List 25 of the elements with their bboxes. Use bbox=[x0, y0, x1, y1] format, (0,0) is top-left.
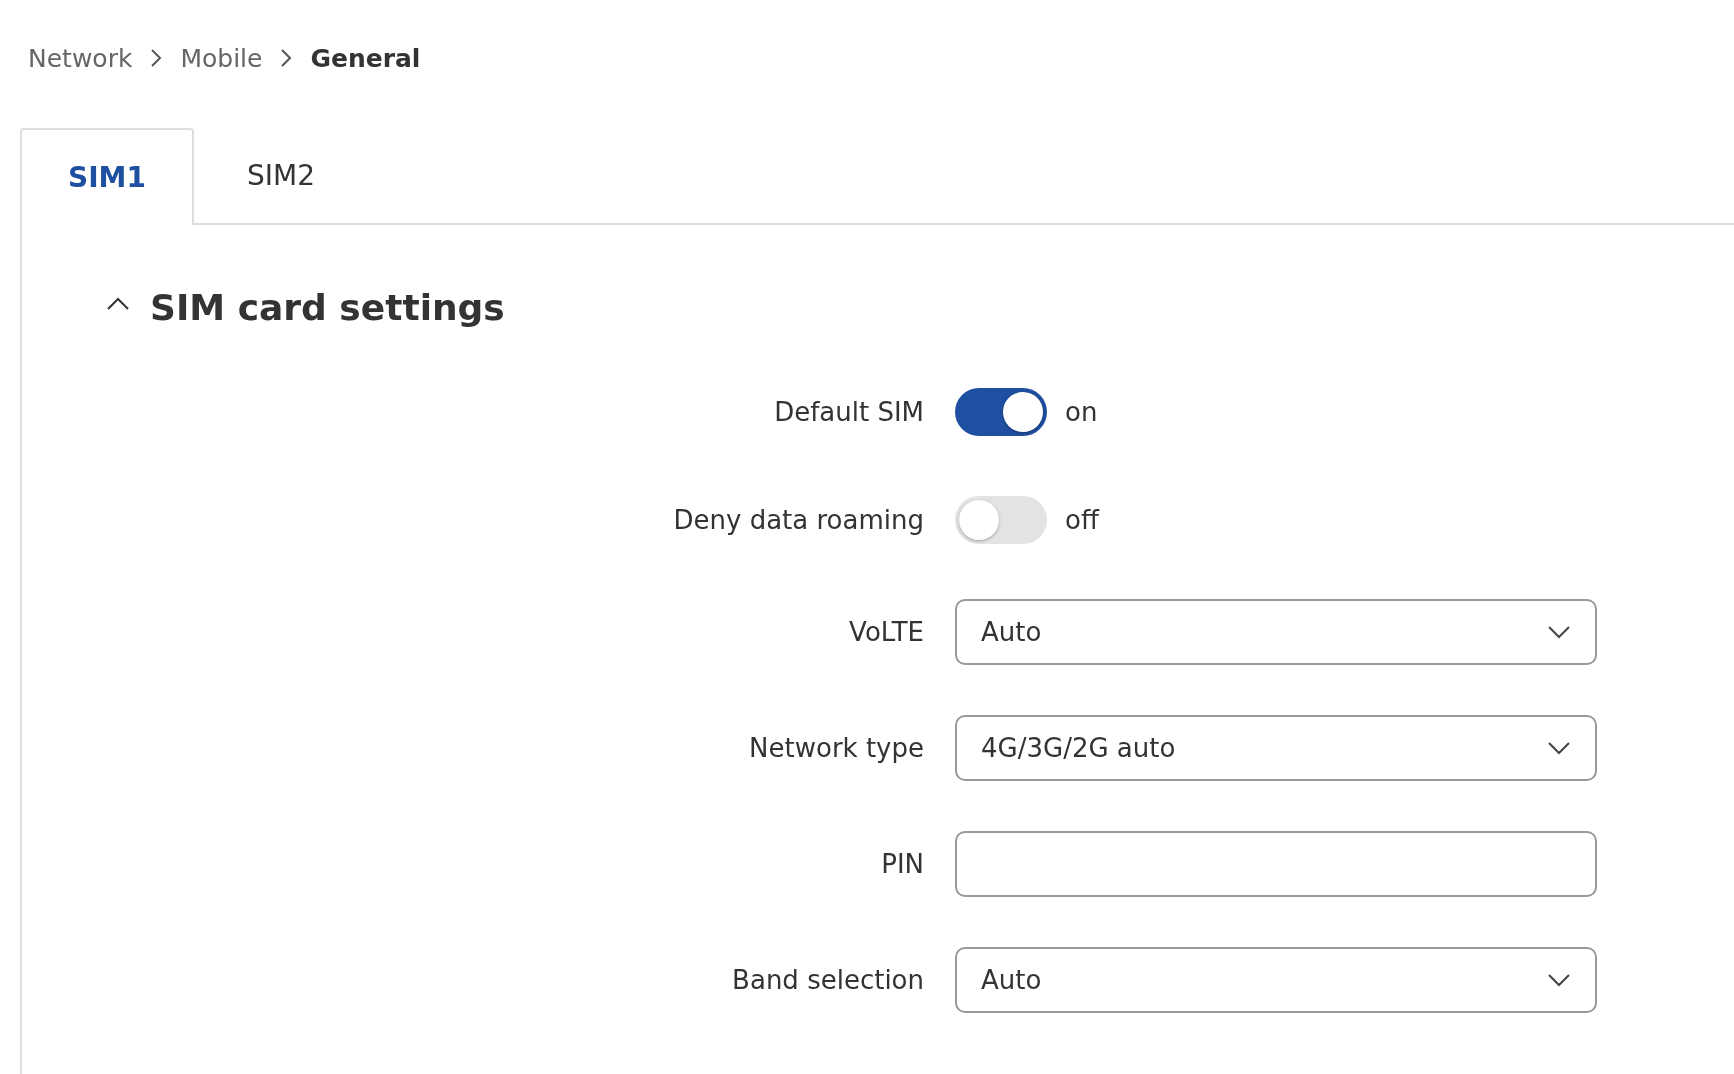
toggle-state: on bbox=[1065, 397, 1098, 427]
field-label: Network type bbox=[748, 733, 925, 763]
chevron-down-icon bbox=[1547, 625, 1571, 639]
field-label: Default SIM bbox=[773, 397, 925, 427]
tab[interactable]: SIM1 bbox=[20, 128, 194, 225]
field-label: Deny data roaming bbox=[672, 505, 925, 535]
chevron-right-icon bbox=[280, 48, 293, 68]
field-label: Band selection bbox=[731, 965, 925, 995]
toggle-state: off bbox=[1065, 505, 1099, 535]
toggle-switch[interactable] bbox=[955, 388, 1047, 436]
breadcrumb-current: General bbox=[310, 43, 421, 73]
dropdown[interactable]: Auto bbox=[955, 599, 1597, 665]
dropdown[interactable]: Auto bbox=[955, 947, 1597, 1013]
field-label: PIN bbox=[880, 849, 925, 879]
input-field[interactable] bbox=[955, 831, 1597, 897]
breadcrumb-link[interactable]: Mobile bbox=[180, 43, 263, 73]
chevron-right-icon bbox=[150, 48, 163, 68]
chevron-down-icon bbox=[1547, 973, 1571, 987]
dropdown[interactable]: 4G/3G/2G auto bbox=[955, 715, 1597, 781]
breadcrumb-link[interactable]: Network bbox=[28, 43, 133, 73]
section-title: SIM card settings bbox=[150, 287, 505, 328]
chevron-down-icon bbox=[1547, 741, 1571, 755]
chevron-icon[interactable] bbox=[106, 296, 130, 311]
toggle-switch[interactable] bbox=[955, 496, 1047, 544]
field-label: VoLTE bbox=[848, 617, 925, 647]
